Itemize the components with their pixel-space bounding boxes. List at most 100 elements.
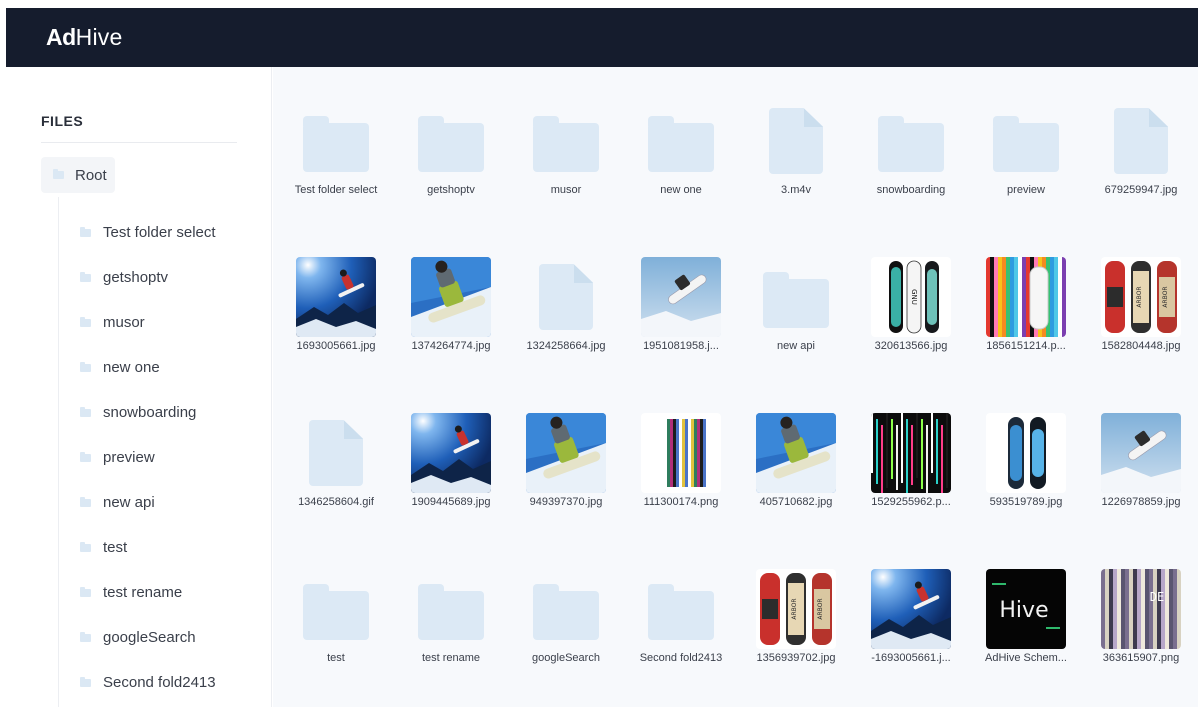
image-tile[interactable]: 1909445689.jpg	[394, 379, 508, 529]
tree-item[interactable]: Second fold2413	[80, 660, 216, 705]
tree-item[interactable]: googleSearch	[80, 615, 216, 660]
folder-icon	[80, 406, 91, 417]
tree-item[interactable]: snowboarding	[80, 390, 216, 435]
folder-tile[interactable]: googleSearch	[509, 535, 623, 685]
file-name: 1346258604.gif	[298, 496, 374, 508]
tree-item[interactable]: test	[80, 525, 216, 570]
file-icon	[1101, 101, 1181, 181]
folder-icon	[986, 101, 1066, 181]
image-thumbnail	[986, 257, 1066, 337]
file-tile[interactable]: 3.m4v	[739, 67, 853, 217]
image-thumbnail	[1101, 413, 1181, 493]
tree-item[interactable]: preview	[80, 435, 216, 480]
tree-item[interactable]: getshoptv	[80, 255, 216, 300]
image-thumbnail	[526, 413, 606, 493]
image-tile[interactable]: 1693005661.jpg	[279, 223, 393, 373]
file-name: test	[327, 652, 345, 664]
image-tile[interactable]: 1226978859.jpg	[1084, 379, 1198, 529]
tree-item-label: googleSearch	[103, 629, 196, 646]
image-thumbnail: DE	[1101, 569, 1181, 649]
folder-tree: Test folder select getshoptv musor new one s…	[80, 210, 216, 705]
folder-icon	[80, 631, 91, 642]
tree-item-label: new api	[103, 494, 155, 511]
tree-item[interactable]: new api	[80, 480, 216, 525]
folder-tile[interactable]: Second fold2413	[624, 535, 738, 685]
folder-tile[interactable]: test rename	[394, 535, 508, 685]
file-name: getshoptv	[427, 184, 475, 196]
tree-item-label: test rename	[103, 584, 183, 601]
image-tile[interactable]: GNU 320613566.jpg	[854, 223, 968, 373]
folder-tile[interactable]: new api	[739, 223, 853, 373]
file-name: 1951081958.j...	[643, 340, 719, 352]
image-tile[interactable]: 1856151214.p...	[969, 223, 1083, 373]
image-tile[interactable]: 593519789.jpg	[969, 379, 1083, 529]
image-thumbnail	[986, 413, 1066, 493]
image-tile[interactable]: 1529255962.p...	[854, 379, 968, 529]
image-tile[interactable]: ARBOR ARBOR 1582804448.jpg	[1084, 223, 1198, 373]
file-name: test rename	[421, 652, 481, 664]
folder-tile[interactable]: snowboarding	[854, 67, 968, 217]
files-sidebar: FILES Root Test folder select getshoptv mu…	[6, 67, 272, 707]
image-tile[interactable]: 949397370.jpg	[509, 379, 623, 529]
file-name: musor	[550, 184, 582, 196]
folder-icon	[80, 586, 91, 597]
folder-icon	[641, 101, 721, 181]
file-icon	[756, 101, 836, 181]
tree-item[interactable]: musor	[80, 300, 216, 345]
tree-item[interactable]: new one	[80, 345, 216, 390]
svg-text:Hive: Hive	[999, 598, 1048, 623]
svg-text:ARBOR: ARBOR	[791, 598, 798, 619]
file-name: 593519789.jpg	[989, 496, 1063, 508]
folder-icon	[411, 101, 491, 181]
file-tile[interactable]: 679259947.jpg	[1084, 67, 1198, 217]
tree-item-root[interactable]: Root	[41, 157, 115, 193]
image-thumbnail	[871, 413, 951, 493]
folder-icon	[80, 451, 91, 462]
tree-item[interactable]: Test folder select	[80, 210, 216, 255]
folder-icon	[296, 569, 376, 649]
file-name: 1582804448.jpg	[1101, 340, 1181, 352]
tree-item-label: getshoptv	[103, 269, 169, 286]
image-tile[interactable]: 1951081958.j...	[624, 223, 738, 373]
folder-icon	[296, 101, 376, 181]
file-tile[interactable]: 1346258604.gif	[279, 379, 393, 529]
adhive-logo[interactable]: AdHive	[46, 24, 122, 51]
file-name: snowboarding	[876, 184, 946, 196]
image-tile[interactable]: 111300174.png	[624, 379, 738, 529]
svg-text:GNU: GNU	[910, 289, 918, 305]
file-name: googleSearch	[532, 652, 600, 664]
folder-tile[interactable]: preview	[969, 67, 1083, 217]
image-tile[interactable]: DE 363615907.png	[1084, 535, 1198, 685]
folder-tile[interactable]: getshoptv	[394, 67, 508, 217]
image-tile[interactable]: 405710682.jpg	[739, 379, 853, 529]
app-window: AdHive FILES Root Test folder select gets…	[6, 8, 1198, 707]
file-name: 1374264774.jpg	[411, 340, 491, 352]
top-bar: AdHive	[6, 8, 1198, 67]
image-tile[interactable]: ARBOR ARBOR 1356939702.jpg	[739, 535, 853, 685]
tree-item-label: snowboarding	[103, 404, 197, 421]
folder-icon	[80, 496, 91, 507]
folder-tile[interactable]: Test folder select	[279, 67, 393, 217]
tree-item-label: preview	[103, 449, 155, 466]
image-tile[interactable]: -1693005661.j...	[854, 535, 968, 685]
logo-thin-part: Hive	[75, 24, 123, 50]
folder-tile[interactable]: test	[279, 535, 393, 685]
file-name: 1856151214.p...	[986, 340, 1066, 352]
tree-item[interactable]: test rename	[80, 570, 216, 615]
file-name: 111300174.png	[643, 496, 719, 508]
files-heading: FILES	[41, 113, 84, 129]
files-divider	[41, 142, 237, 143]
file-name: 3.m4v	[781, 184, 811, 196]
folder-icon	[80, 226, 91, 237]
folder-tile[interactable]: musor	[509, 67, 623, 217]
svg-text:ARBOR: ARBOR	[817, 598, 824, 619]
svg-text:DE: DE	[1150, 590, 1164, 604]
image-tile[interactable]: Hive AdHive Schem...	[969, 535, 1083, 685]
file-name: 1324258664.jpg	[526, 340, 606, 352]
folder-tile[interactable]: new one	[624, 67, 738, 217]
folder-icon	[80, 541, 91, 552]
folder-icon	[641, 569, 721, 649]
file-tile[interactable]: 1324258664.jpg	[509, 223, 623, 373]
image-tile[interactable]: 1374264774.jpg	[394, 223, 508, 373]
file-name: 1226978859.jpg	[1101, 496, 1181, 508]
